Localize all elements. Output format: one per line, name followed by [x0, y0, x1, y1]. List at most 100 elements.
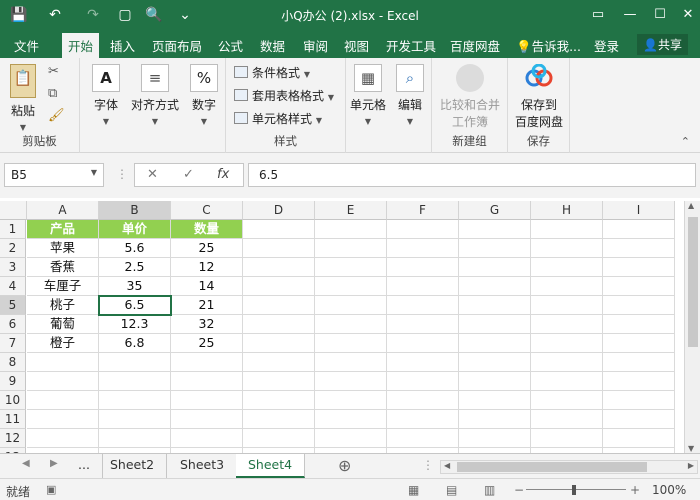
cell-d10[interactable] — [243, 391, 315, 410]
prev-sheet-icon[interactable]: ◀ — [22, 458, 30, 469]
insert-function-icon[interactable]: fx — [217, 167, 229, 182]
number-button[interactable]: % 数字 ▼ — [186, 64, 222, 127]
row-header-4[interactable]: 4 — [0, 277, 26, 296]
cell-a2[interactable]: 苹果 — [27, 239, 99, 258]
column-header-i[interactable]: I — [603, 201, 675, 220]
cell-i4[interactable] — [603, 277, 675, 296]
page-break-view-icon[interactable]: ▥ — [484, 483, 495, 497]
normal-view-icon[interactable]: ▦ — [408, 483, 419, 497]
cell-g3[interactable] — [459, 258, 531, 277]
row-header-5[interactable]: 5 — [0, 296, 26, 315]
alignment-button[interactable]: ≡ 对齐方式 ▼ — [128, 64, 182, 127]
row-header-9[interactable]: 9 — [0, 372, 26, 391]
column-header-c[interactable]: C — [171, 201, 243, 220]
cell-h1[interactable] — [531, 220, 603, 239]
cells-button[interactable]: ▦ 单元格 ▼ — [348, 64, 388, 127]
cell-a7[interactable]: 橙子 — [27, 334, 99, 353]
tell-me-search[interactable]: 💡告诉我... — [516, 36, 581, 55]
cell-d4[interactable] — [243, 277, 315, 296]
scroll-right-icon[interactable]: ▶ — [688, 461, 694, 470]
cell-c7[interactable]: 25 — [171, 334, 243, 353]
cell-e12[interactable] — [315, 429, 387, 448]
cell-i11[interactable] — [603, 410, 675, 429]
column-header-a[interactable]: A — [27, 201, 99, 220]
cell-d7[interactable] — [243, 334, 315, 353]
vertical-scroll-thumb[interactable] — [688, 217, 698, 347]
cell-a12[interactable] — [27, 429, 99, 448]
cell-h11[interactable] — [531, 410, 603, 429]
cell-h9[interactable] — [531, 372, 603, 391]
cancel-icon[interactable]: ✕ — [147, 167, 158, 182]
column-header-f[interactable]: F — [387, 201, 459, 220]
cell-a11[interactable] — [27, 410, 99, 429]
cell-e8[interactable] — [315, 353, 387, 372]
name-box[interactable]: B5 ▼ — [4, 163, 104, 187]
cell-g12[interactable] — [459, 429, 531, 448]
cell-g6[interactable] — [459, 315, 531, 334]
cell-h12[interactable] — [531, 429, 603, 448]
cell-a9[interactable] — [27, 372, 99, 391]
editing-button[interactable]: ⌕ 编辑 ▼ — [392, 64, 428, 127]
cell-c1[interactable]: 数量 — [171, 220, 243, 239]
cell-e4[interactable] — [315, 277, 387, 296]
cell-d1[interactable] — [243, 220, 315, 239]
row-header-1[interactable]: 1 — [0, 220, 26, 239]
cell-d8[interactable] — [243, 353, 315, 372]
zoom-slider-thumb[interactable] — [572, 485, 576, 495]
cell-d6[interactable] — [243, 315, 315, 334]
vertical-scrollbar[interactable]: ▲ ▼ — [684, 201, 700, 453]
tab-baidu-netdisk[interactable]: 百度网盘 — [450, 36, 500, 55]
formula-input[interactable]: 6.5 — [248, 163, 696, 187]
sheet-tab-sheet3[interactable]: Sheet3 — [168, 454, 238, 478]
cell-b9[interactable] — [99, 372, 171, 391]
cell-e5[interactable] — [315, 296, 387, 315]
cell-i6[interactable] — [603, 315, 675, 334]
cell-b6[interactable]: 12.3 — [99, 315, 171, 334]
cell-c9[interactable] — [171, 372, 243, 391]
sheet-tab-sheet4[interactable]: Sheet4 — [236, 454, 306, 478]
table-format-button[interactable]: 套用表格格式 ▼ — [234, 87, 334, 104]
cell-c2[interactable]: 25 — [171, 239, 243, 258]
cell-a6[interactable]: 葡萄 — [27, 315, 99, 334]
cell-h6[interactable] — [531, 315, 603, 334]
worksheet-grid[interactable]: ABCDEFGHI 12345678910111213 产品单价数量苹果5.62… — [0, 201, 684, 453]
next-sheet-icon[interactable]: ▶ — [50, 458, 58, 469]
copy-icon[interactable]: ⧉ — [48, 86, 57, 101]
cell-b12[interactable] — [99, 429, 171, 448]
horizontal-scrollbar[interactable]: ◀ ▶ — [440, 460, 698, 474]
cell-c11[interactable] — [171, 410, 243, 429]
cell-d2[interactable] — [243, 239, 315, 258]
conditional-format-button[interactable]: 条件格式 ▼ — [234, 64, 310, 81]
cell-b7[interactable]: 6.8 — [99, 334, 171, 353]
minimize-icon[interactable]: — — [620, 5, 640, 25]
zoom-out-icon[interactable]: − — [514, 483, 524, 497]
cell-h7[interactable] — [531, 334, 603, 353]
row-header-8[interactable]: 8 — [0, 353, 26, 372]
cell-f12[interactable] — [387, 429, 459, 448]
login-link[interactable]: 登录 — [594, 36, 619, 55]
cell-e7[interactable] — [315, 334, 387, 353]
tab-insert[interactable]: 插入 — [110, 36, 135, 55]
cell-e10[interactable] — [315, 391, 387, 410]
cell-i2[interactable] — [603, 239, 675, 258]
cell-i1[interactable] — [603, 220, 675, 239]
column-header-g[interactable]: G — [459, 201, 531, 220]
cell-g11[interactable] — [459, 410, 531, 429]
cell-e11[interactable] — [315, 410, 387, 429]
cell-a3[interactable]: 香蕉 — [27, 258, 99, 277]
cell-f4[interactable] — [387, 277, 459, 296]
cell-i9[interactable] — [603, 372, 675, 391]
ribbon-display-icon[interactable]: ▭ — [588, 5, 608, 25]
cell-a10[interactable] — [27, 391, 99, 410]
column-header-h[interactable]: H — [531, 201, 603, 220]
cell-e9[interactable] — [315, 372, 387, 391]
row-header-3[interactable]: 3 — [0, 258, 26, 277]
cell-f5[interactable] — [387, 296, 459, 315]
cell-h10[interactable] — [531, 391, 603, 410]
scroll-left-icon[interactable]: ◀ — [444, 461, 450, 470]
cell-f9[interactable] — [387, 372, 459, 391]
tab-data[interactable]: 数据 — [260, 36, 285, 55]
cell-i10[interactable] — [603, 391, 675, 410]
cell-i12[interactable] — [603, 429, 675, 448]
cell-f7[interactable] — [387, 334, 459, 353]
